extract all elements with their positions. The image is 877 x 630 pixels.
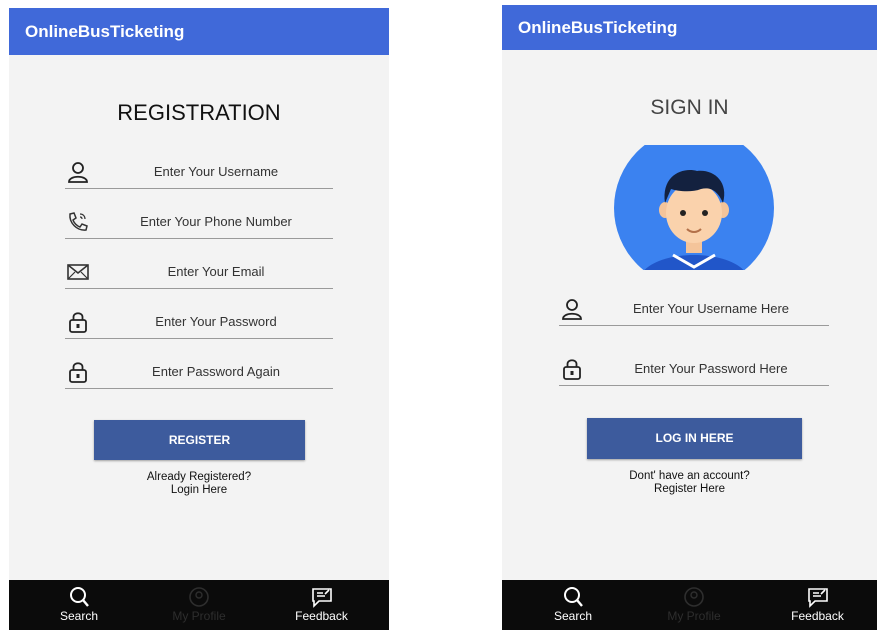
username-placeholder: Enter Your Username: [153, 164, 279, 179]
nav-feedback[interactable]: Feedback: [284, 580, 359, 630]
profile-icon: [684, 587, 704, 607]
bottom-navigation: Search My Profile Feedback: [9, 580, 389, 630]
username-field[interactable]: Enter Your Username Here: [559, 295, 829, 326]
user-icon: [562, 299, 582, 320]
email-icon: [67, 264, 89, 280]
app-title: OnlineBusTicketing: [518, 18, 678, 37]
already-registered-text: Already Registered?: [146, 471, 252, 483]
password-field[interactable]: Enter Your Password Here: [559, 355, 829, 386]
lock-icon: [69, 362, 87, 383]
user-icon: [68, 162, 88, 183]
nav-my-profile[interactable]: My Profile: [654, 580, 734, 630]
search-icon: [70, 587, 89, 607]
no-account-text: Dont' have an account?: [629, 470, 750, 482]
avatar-illustration: [614, 145, 774, 270]
email-field[interactable]: Enter Your Email: [65, 258, 333, 289]
password-placeholder: Enter Your Password: [155, 314, 277, 329]
app-bar: OnlineBusTicketing: [502, 5, 877, 50]
profile-icon: [189, 587, 209, 607]
login-button[interactable]: LOG IN HERE: [587, 418, 802, 459]
search-icon: [564, 587, 583, 607]
phone-icon: [69, 212, 88, 231]
username-placeholder: Enter Your Username Here: [632, 301, 790, 316]
nav-my-profile-label: My Profile: [667, 609, 721, 623]
app-title: OnlineBusTicketing: [25, 22, 185, 41]
page-title: REGISTRATION: [117, 100, 281, 125]
username-field[interactable]: Enter Your Username: [65, 158, 333, 189]
nav-search-label: Search: [553, 609, 593, 623]
login-prompt: Already Registered? Login Here: [9, 471, 389, 497]
nav-feedback[interactable]: Feedback: [780, 580, 855, 630]
phone-field[interactable]: Enter Your Phone Number: [65, 208, 333, 239]
nav-my-profile[interactable]: My Profile: [159, 580, 239, 630]
nav-my-profile-label: My Profile: [172, 609, 226, 623]
page-title: SIGN IN: [650, 96, 729, 119]
login-here-link[interactable]: Login Here: [9, 484, 389, 497]
nav-feedback-label: Feedback: [791, 609, 844, 623]
password-placeholder: Enter Your Password Here: [634, 361, 788, 376]
feedback-icon: [807, 588, 828, 608]
nav-search-label: Search: [59, 609, 99, 623]
register-prompt: Dont' have an account? Register Here: [502, 470, 877, 496]
registration-screen: OnlineBusTicketing REGISTRATION Enter Yo…: [9, 8, 389, 630]
nav-search[interactable]: Search: [44, 580, 114, 630]
lock-icon: [563, 359, 581, 380]
email-placeholder: Enter Your Email: [167, 264, 265, 279]
nav-feedback-label: Feedback: [295, 609, 348, 623]
lock-icon: [69, 312, 87, 333]
signin-screen: OnlineBusTicketing SIGN IN Enter Your Us…: [502, 5, 877, 630]
password-field[interactable]: Enter Your Password: [65, 308, 333, 339]
feedback-icon: [311, 588, 332, 608]
phone-placeholder: Enter Your Phone Number: [140, 214, 292, 229]
app-bar: OnlineBusTicketing: [9, 8, 389, 55]
nav-search[interactable]: Search: [538, 580, 608, 630]
register-here-link[interactable]: Register Here: [502, 483, 877, 496]
confirm-password-field[interactable]: Enter Password Again: [65, 358, 333, 389]
confirm-password-placeholder: Enter Password Again: [152, 364, 280, 379]
register-button[interactable]: REGISTER: [94, 420, 305, 460]
bottom-navigation: Search My Profile Feedback: [502, 580, 877, 630]
